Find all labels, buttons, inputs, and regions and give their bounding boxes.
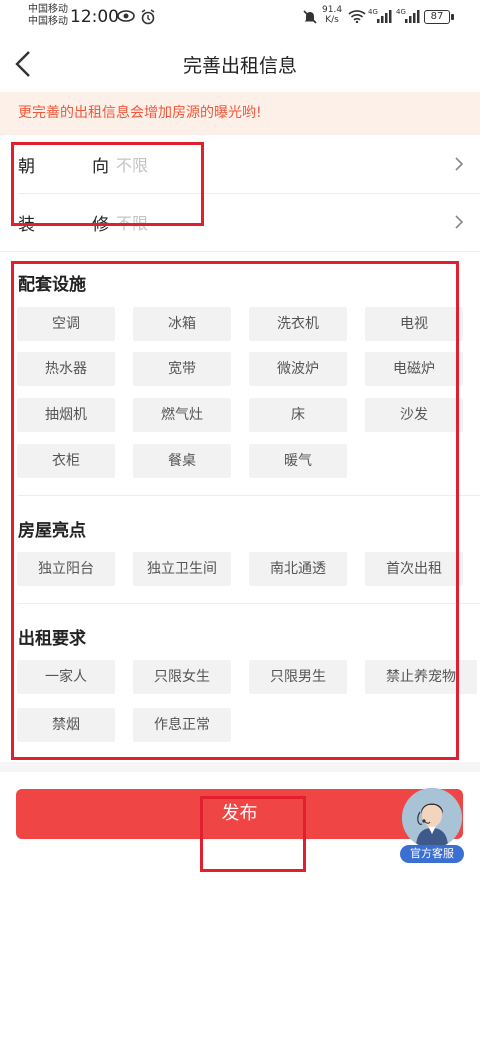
net-speed-value: 91.4: [322, 5, 343, 15]
carrier-labels: 中国移动 中国移动: [28, 4, 68, 28]
page-title: 完善出租信息: [182, 55, 297, 77]
service-avatar: [402, 788, 462, 848]
annotation-box-tags: [11, 261, 459, 760]
nav-bar: 完善出租信息: [0, 36, 480, 92]
net-speed: 91.4 K/s: [322, 5, 342, 25]
annotation-box-rows: [11, 142, 204, 226]
signal-icon: [376, 9, 392, 27]
notice-banner: 更完善的出租信息会增加房源的曝光哟!: [0, 92, 480, 135]
agent-avatar-icon: [402, 788, 462, 848]
chevron-right-icon: [455, 215, 464, 229]
battery-icon: 87: [424, 10, 454, 24]
alarm-icon: [140, 9, 156, 29]
status-time: 12:00: [70, 7, 119, 27]
net-speed-unit: K/s: [325, 15, 339, 25]
chevron-right-icon: [455, 157, 464, 171]
divider: [0, 251, 480, 252]
section-separator: [0, 762, 480, 772]
status-bar: 中国移动 中国移动 12:00 91.4 K/s 4G 4G 87: [0, 0, 480, 36]
carrier-1: 中国移动: [28, 4, 68, 15]
annotation-box-publish: [200, 796, 306, 872]
service-label: 官方客服: [400, 845, 464, 863]
signal-icon-2: [404, 9, 420, 27]
eye-icon: [117, 9, 135, 27]
mute-icon: [302, 9, 318, 29]
wifi-icon: [348, 9, 366, 27]
carrier-2: 中国移动: [28, 16, 68, 27]
official-service-button[interactable]: 官方客服: [400, 788, 464, 864]
